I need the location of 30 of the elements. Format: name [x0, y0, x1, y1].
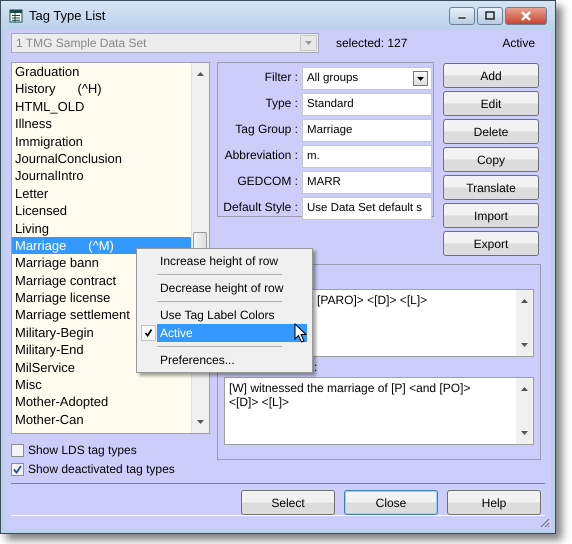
- field-label: Abbreviation :: [224, 147, 298, 164]
- item-label: Letter: [15, 184, 48, 202]
- item-label: HTML_OLD: [15, 98, 84, 116]
- item-label: JournalConclusion: [15, 150, 122, 168]
- shortcut-label: (^H): [77, 80, 102, 98]
- item-label: Illness: [15, 115, 52, 133]
- checkbox-label: Show LDS tag types: [28, 443, 137, 457]
- item-label: JournalIntro: [15, 167, 84, 185]
- item-label: Misc: [15, 376, 42, 394]
- data-set-dropdown: 1 TMG Sample Data Set: [11, 33, 319, 53]
- checkbox-label: Show deactivated tag types: [28, 462, 175, 476]
- field-label: Type :: [264, 95, 298, 112]
- item-label: Military-End: [15, 341, 84, 359]
- item-label: Licensed: [15, 202, 68, 220]
- field-label: Tag Group :: [234, 121, 298, 138]
- field-label: GEDCOM :: [236, 173, 298, 190]
- item-label: Marriage: [15, 236, 66, 254]
- item-label: Living: [15, 220, 49, 237]
- window-title: Tag Type List: [29, 8, 106, 23]
- item-label: Graduation: [15, 63, 80, 80]
- item-label: Mother-Adopted: [15, 393, 108, 411]
- item-label: History: [15, 80, 56, 98]
- field-label: Filter :: [264, 69, 298, 86]
- item-label: Mother-Can: [15, 410, 84, 428]
- item-label: Marriage license: [15, 289, 110, 306]
- selected-count: selected: 127: [336, 36, 408, 50]
- item-label: Immigration: [15, 132, 83, 150]
- shortcut-label: (^M): [88, 236, 114, 254]
- field-label: Default Style :: [222, 199, 298, 216]
- status-label: Active: [502, 36, 535, 50]
